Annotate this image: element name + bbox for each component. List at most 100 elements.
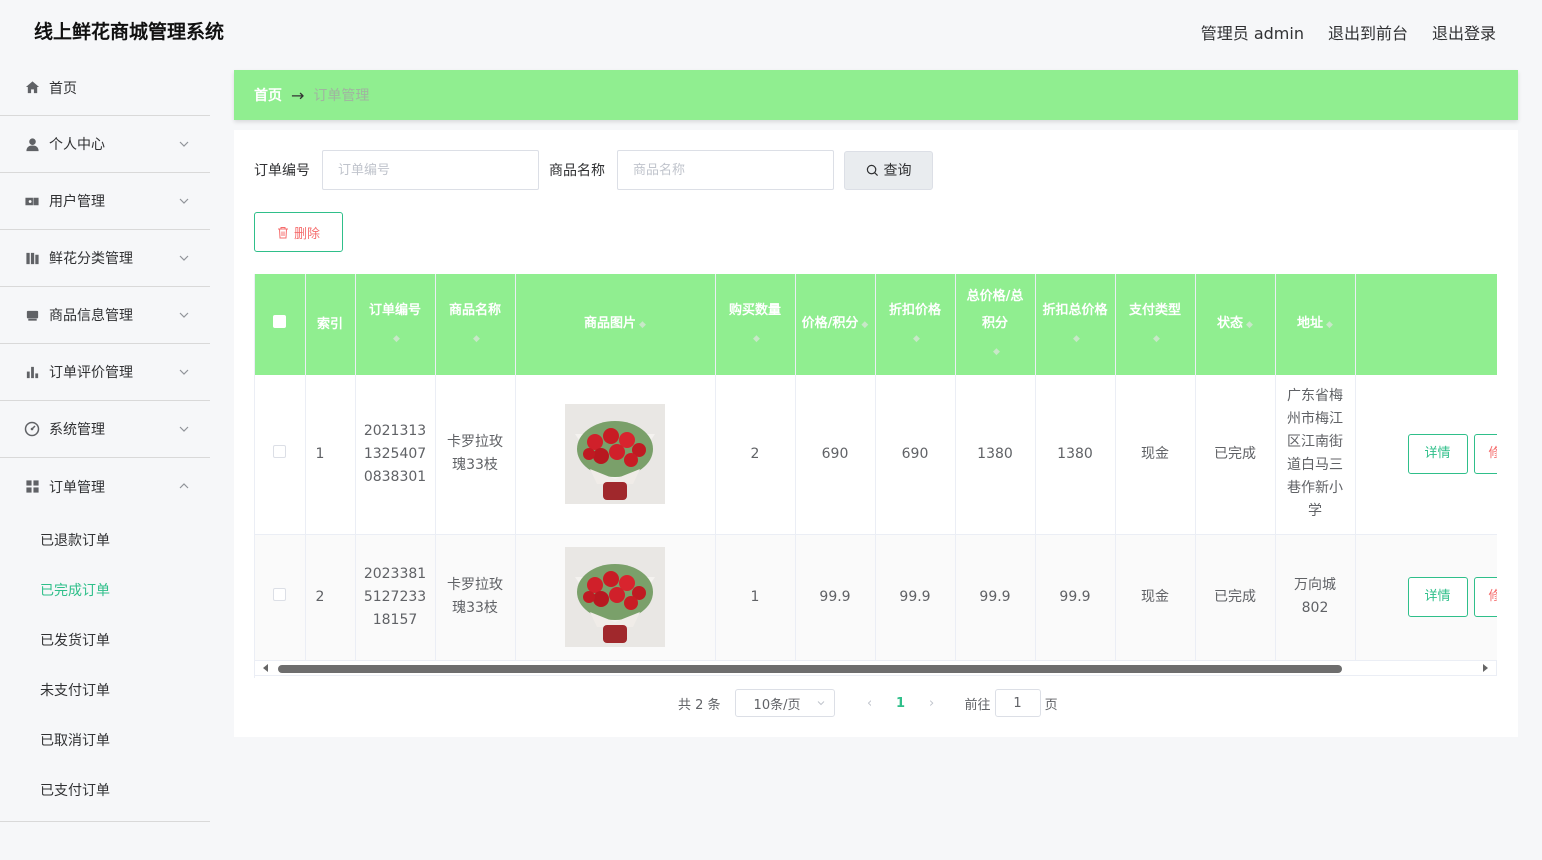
chevron-down-icon xyxy=(817,701,824,706)
cell-actions: 详情修 xyxy=(1355,375,1497,535)
sidebar-item-order-management[interactable]: 订单管理 xyxy=(0,458,210,515)
sidebar-item-users[interactable]: 用户管理 xyxy=(0,173,210,230)
sidebar-item-label: 系统管理 xyxy=(49,422,105,438)
home-icon xyxy=(24,80,40,96)
pagination: 共 2 条 10条/页 ‹ 1 › 前往 页 xyxy=(678,688,1058,718)
row-checkbox[interactable] xyxy=(273,444,287,458)
top-links: 管理员 admin 退出到前台 退出登录 xyxy=(1201,20,1496,44)
column-header[interactable]: 地址 ◆ xyxy=(1275,274,1356,375)
column-header[interactable]: 折扣价格 ◆ xyxy=(875,274,956,375)
page-size-select[interactable]: 10条/页 xyxy=(734,689,835,717)
submenu-refunded-orders[interactable]: 已退款订单 xyxy=(0,515,210,565)
cell-discount-total: 99.9 xyxy=(1035,534,1116,661)
arrow-right-icon: → xyxy=(291,85,305,105)
logout-link[interactable]: 退出登录 xyxy=(1432,20,1496,44)
sidebar-item-product-info[interactable]: 商品信息管理 xyxy=(0,287,210,344)
horizontal-scrollbar[interactable] xyxy=(254,660,1497,676)
sort-icon[interactable]: ◆ xyxy=(639,312,646,339)
column-header[interactable]: 折扣总价格◆ xyxy=(1035,274,1116,375)
sort-icon[interactable]: ◆ xyxy=(753,326,760,353)
cell-pay-type: 现金 xyxy=(1115,534,1196,661)
sidebar-item-label: 个人中心 xyxy=(49,137,105,153)
column-header[interactable]: 订单编号 ◆ xyxy=(355,274,436,375)
chevron-down-icon xyxy=(179,312,189,318)
sidebar-item-flower-category[interactable]: 鲜花分类管理 xyxy=(0,230,210,287)
row-checkbox[interactable] xyxy=(273,587,287,601)
query-button-label: 查询 xyxy=(883,163,912,179)
cell-product-name: 卡罗拉玫瑰33枝 xyxy=(435,375,516,535)
column-header[interactable]: 商品图片 ◆ xyxy=(515,274,716,375)
submenu-unpaid-orders[interactable]: 未支付订单 xyxy=(0,665,210,715)
submenu-cancelled-orders[interactable]: 已取消订单 xyxy=(0,715,210,765)
sidebar-item-label: 首页 xyxy=(49,80,77,97)
sort-icon[interactable]: ◆ xyxy=(393,326,400,353)
query-button[interactable]: 查询 xyxy=(844,150,933,190)
product-name-input[interactable] xyxy=(617,150,834,190)
chevron-down-icon xyxy=(179,255,189,261)
sidebar-item-home[interactable]: 首页 xyxy=(0,60,210,116)
product-image[interactable] xyxy=(565,404,665,505)
column-header[interactable]: 商品名称 ◆ xyxy=(435,274,516,375)
edit-button[interactable]: 修 xyxy=(1473,434,1497,475)
sort-icon[interactable]: ◆ xyxy=(913,326,920,353)
page-number-current[interactable]: 1 xyxy=(883,696,919,711)
sidebar-item-label: 订单评价管理 xyxy=(49,365,133,381)
grid-icon xyxy=(24,479,40,495)
sort-icon[interactable]: ◆ xyxy=(1153,326,1160,353)
sort-icon[interactable]: ◆ xyxy=(1246,312,1253,339)
delete-button[interactable]: 删除 xyxy=(254,212,343,252)
exit-to-front-link[interactable]: 退出到前台 xyxy=(1328,20,1408,44)
submenu-paid-orders[interactable]: 已支付订单 xyxy=(0,765,210,815)
cell-discount-price: 99.9 xyxy=(875,534,956,661)
sort-icon[interactable]: ◆ xyxy=(1326,312,1333,339)
sort-icon[interactable]: ◆ xyxy=(1073,326,1080,353)
table-row: 2 20233815127233 18157 卡罗拉玫瑰33枝 1 99.9 9… xyxy=(255,534,1497,661)
edit-button[interactable]: 修 xyxy=(1473,577,1497,617)
order-no-input[interactable] xyxy=(322,150,539,190)
admin-user-label[interactable]: 管理员 admin xyxy=(1201,20,1304,44)
product-image[interactable] xyxy=(565,547,665,647)
cell-pay-type: 现金 xyxy=(1115,375,1196,535)
order-submenu: 已退款订单 已完成订单 已发货订单 未支付订单 已取消订单 已支付订单 xyxy=(0,515,210,822)
select-all-cell xyxy=(255,274,306,375)
sidebar-item-order-review[interactable]: 订单评价管理 xyxy=(0,344,210,401)
column-header: 索引 xyxy=(305,274,356,375)
scroll-right-arrow-icon[interactable] xyxy=(1483,664,1488,672)
cell-discount-total: 1380 xyxy=(1035,375,1116,535)
sort-icon[interactable]: ◆ xyxy=(861,312,868,339)
select-all-checkbox[interactable] xyxy=(273,315,287,328)
submenu-shipped-orders[interactable]: 已发货订单 xyxy=(0,615,210,665)
column-header[interactable]: 支付类型 ◆ xyxy=(1115,274,1196,375)
cell-address: 万向城802 xyxy=(1275,534,1356,661)
breadcrumb: 首页 → 订单管理 xyxy=(234,70,1518,120)
detail-button[interactable]: 详情 xyxy=(1407,434,1468,475)
page-size-value: 10条/页 xyxy=(753,697,801,713)
cell-total: 1380 xyxy=(955,375,1036,535)
order-no-label: 订单编号 xyxy=(254,163,310,179)
main-panel: 订单编号 商品名称 查询 删除 索引 订单编号◆ 商品名称◆ 商品图片◆ xyxy=(234,130,1518,737)
sidebar-item-system[interactable]: 系统管理 xyxy=(0,401,210,458)
column-header[interactable]: 购买数量 ◆ xyxy=(715,274,796,375)
prev-page-button[interactable]: ‹ xyxy=(857,696,883,711)
sort-icon[interactable]: ◆ xyxy=(473,326,480,353)
product-name-label: 商品名称 xyxy=(549,163,605,179)
cell-quantity: 1 xyxy=(715,534,796,661)
column-header[interactable]: 状态 ◆ xyxy=(1195,274,1276,375)
settings-icon xyxy=(24,421,40,437)
scroll-left-arrow-icon[interactable] xyxy=(263,664,268,672)
cell-product-image xyxy=(515,534,716,661)
scrollbar-thumb[interactable] xyxy=(278,665,1342,673)
chevron-down-icon xyxy=(179,426,189,432)
column-header[interactable]: 总价格/总积分 ◆ xyxy=(955,274,1036,375)
sort-icon[interactable]: ◆ xyxy=(993,339,1000,366)
sidebar-item-profile[interactable]: 个人中心 xyxy=(0,116,210,173)
breadcrumb-home[interactable]: 首页 xyxy=(254,85,282,105)
detail-button[interactable]: 详情 xyxy=(1407,577,1468,617)
next-page-button[interactable]: › xyxy=(919,696,945,711)
column-header[interactable]: 价格/积分 ◆ xyxy=(795,274,876,375)
submenu-completed-orders[interactable]: 已完成订单 xyxy=(0,565,210,615)
cell-product-image xyxy=(515,375,716,535)
goto-page-input[interactable] xyxy=(994,689,1041,717)
cell-order-no: 20213131325407 0838301 xyxy=(355,375,436,535)
goto-label: 前往 xyxy=(964,697,991,713)
